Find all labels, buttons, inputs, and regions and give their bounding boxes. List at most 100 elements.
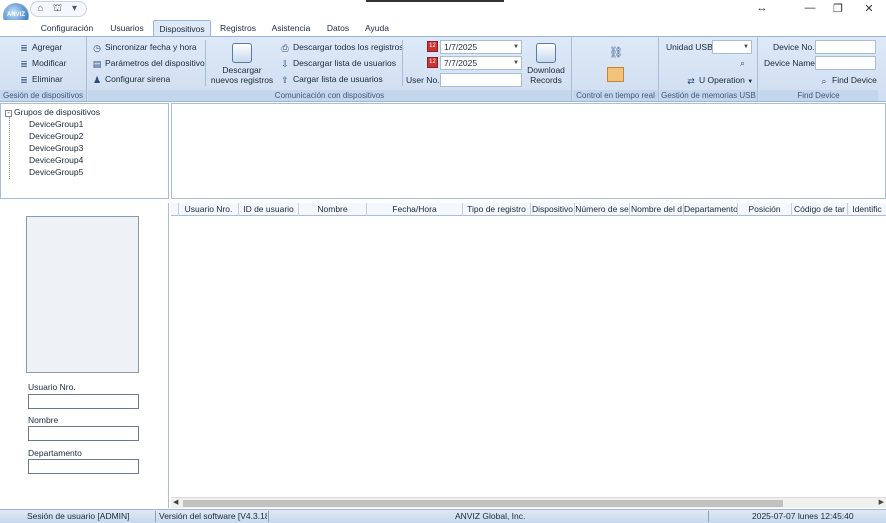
column-header[interactable]: Departamento (684, 203, 738, 216)
usb-unit-select[interactable]: ▼ (712, 40, 752, 54)
separator (268, 511, 269, 522)
tab-configuracion[interactable]: Configuración (36, 20, 98, 36)
device-list-area[interactable] (171, 103, 886, 199)
group-label: Gesión de dispositivos (0, 90, 86, 101)
name-label: Nombre (28, 415, 59, 425)
download-device-icon (232, 43, 252, 63)
tab-asistencia[interactable]: Asistencia (266, 20, 316, 36)
resize-icon[interactable]: ↔ (748, 2, 776, 16)
download-records-button[interactable]: Download Records (524, 43, 568, 85)
modify-button[interactable]: ≣ Modificar (19, 57, 66, 70)
column-header[interactable]: Tipo de registro (463, 203, 531, 216)
realtime-monitor-icon[interactable] (607, 67, 624, 82)
scroll-left-icon[interactable]: ◀ (173, 498, 178, 506)
user-no-input[interactable] (440, 73, 522, 87)
group-label: Gestión de memorias USB (660, 90, 757, 101)
chevron-down-icon[interactable]: ▼ (513, 41, 519, 53)
device-name-input[interactable] (815, 56, 876, 70)
group-label: Control en tiempo real (573, 90, 658, 101)
tab-ayuda[interactable]: Ayuda (360, 20, 394, 36)
column-header[interactable]: Posición (738, 203, 792, 216)
divider (402, 40, 403, 86)
department-label: Departamento (28, 448, 82, 458)
search-icon[interactable]: ⌕ (740, 58, 745, 69)
device-no-label: Device No. (773, 42, 815, 52)
sync-time-button[interactable]: ◷ Sincronizar fecha y hora (92, 41, 197, 54)
u-operation-button[interactable]: ⇄ U Operation ▼ (686, 74, 753, 87)
minimize-button[interactable]: — (796, 2, 824, 16)
add-button[interactable]: ≣ Agregar (19, 41, 62, 54)
close-button[interactable]: ✕ (855, 2, 883, 16)
download-all-records-button[interactable]: ⎙ Descargar todos los registros (280, 41, 403, 54)
config-siren-button[interactable]: ♟ Configurar sirena (92, 73, 170, 86)
user-no-label: User No. (406, 75, 440, 85)
download-new-records-button[interactable]: Descargar nuevos registros (210, 43, 274, 85)
column-header[interactable]: Nombre (299, 203, 367, 216)
tree-item-devicegroup2[interactable]: DeviceGroup2 (29, 131, 83, 141)
restore-button[interactable]: ❐ (824, 2, 852, 16)
customize-menu-icon[interactable]: ▾ (68, 3, 81, 15)
tab-registros[interactable]: Registros (216, 20, 260, 36)
upload-users-icon: ⇪ (281, 75, 289, 85)
add-list-icon: ≣ (20, 43, 28, 53)
department-field[interactable] (28, 459, 139, 474)
column-header[interactable]: Fecha/Hora (367, 203, 463, 216)
tab-dispositivos[interactable]: Dispositivos (153, 20, 211, 36)
group-usb-management: Unidad USB ▼ ⌕ ⇄ U Operation ▼ Gestión de… (660, 37, 758, 101)
delete-button[interactable]: ≣ Eliminar (19, 73, 62, 86)
group-device-communication: ◷ Sincronizar fecha y hora ▤ Parámetros de… (88, 37, 572, 101)
title-bar: ⌂ ⛫ ▾ ↔ — ❐ ✕ (0, 0, 886, 20)
upload-users-button[interactable]: ⇪ Cargar lista de usuarios (280, 73, 383, 86)
column-header[interactable]: Identific (848, 203, 886, 216)
name-field[interactable] (28, 426, 139, 441)
group-device-management: ≣ Agregar ≣ Modificar ≣ Eliminar Gesión de … (0, 37, 87, 101)
download-users-button[interactable]: ⇩ Descargar lista de usuarios (280, 57, 396, 70)
row-selector-header (171, 203, 179, 216)
column-header[interactable]: Usuario Nro. (179, 203, 239, 216)
calendar-icon[interactable]: 12 (427, 57, 438, 68)
company-status: ANVIZ Global, Inc. (455, 511, 526, 521)
tree-item-devicegroup5[interactable]: DeviceGroup5 (29, 167, 83, 177)
collapse-icon[interactable]: - (5, 110, 12, 117)
status-bar: Sesión de usuario [ADMIN] Versión del so… (0, 509, 886, 523)
users-icon[interactable]: ⛫ (51, 3, 64, 15)
chevron-down-icon[interactable]: ▼ (513, 57, 519, 69)
device-no-input[interactable] (815, 40, 876, 54)
group-label: Comunicación con dispositivos (88, 90, 571, 101)
link-icon[interactable]: ⛓ (609, 46, 623, 59)
user-no-field[interactable] (28, 394, 139, 409)
column-header[interactable]: ID de usuario (239, 203, 299, 216)
chevron-down-icon[interactable]: ▼ (743, 41, 749, 53)
calendar-icon[interactable]: 12 (427, 41, 438, 52)
ribbon: ≣ Agregar ≣ Modificar ≣ Eliminar Gesión de … (0, 36, 886, 102)
find-device-button[interactable]: ⌕ Find Device (819, 74, 876, 87)
tab-usuarios[interactable]: Usuarios (104, 20, 150, 36)
scroll-thumb[interactable] (183, 500, 783, 507)
date-to-field[interactable]: 7/7/2025 ▼ (440, 56, 522, 70)
horizontal-scrollbar[interactable]: ◀ ▶ (171, 497, 886, 508)
grid-header: Usuario Nro. ID de usuario Nombre Fecha/… (171, 203, 886, 216)
date-from-field[interactable]: 1/7/2025 ▼ (440, 40, 522, 54)
home-icon[interactable]: ⌂ (34, 3, 47, 15)
device-params-button[interactable]: ▤ Parámetros del dispositivo (92, 57, 205, 70)
scroll-right-icon[interactable]: ▶ (879, 498, 884, 506)
version-status: Versión del software [V4.3.18.( (159, 511, 267, 521)
delete-list-icon: ≣ (20, 75, 28, 85)
column-header[interactable]: Código de tar (792, 203, 848, 216)
settings-icon: ▤ (92, 59, 102, 69)
tree-root[interactable]: - Grupos de dispositivos (5, 107, 100, 117)
tab-datos[interactable]: Datos (322, 20, 354, 36)
column-header[interactable]: Número de se (575, 203, 630, 216)
column-header[interactable]: Nombre del d (630, 203, 684, 216)
column-header[interactable]: Dispositivo (531, 203, 575, 216)
tree-guide (9, 117, 10, 179)
device-name-label: Device Name (764, 58, 816, 68)
datetime-status: 2025-07-07 lunes 12:45:40 (752, 511, 854, 521)
download-records-icon (536, 43, 556, 63)
tree-item-devicegroup4[interactable]: DeviceGroup4 (29, 155, 83, 165)
edit-list-icon: ≣ (20, 59, 28, 69)
records-grid: Usuario Nro. ID de usuario Nombre Fecha/… (171, 203, 886, 508)
logo-text: ANVIZ (7, 12, 25, 18)
tree-item-devicegroup1[interactable]: DeviceGroup1 (29, 119, 83, 129)
tree-item-devicegroup3[interactable]: DeviceGroup3 (29, 143, 83, 153)
